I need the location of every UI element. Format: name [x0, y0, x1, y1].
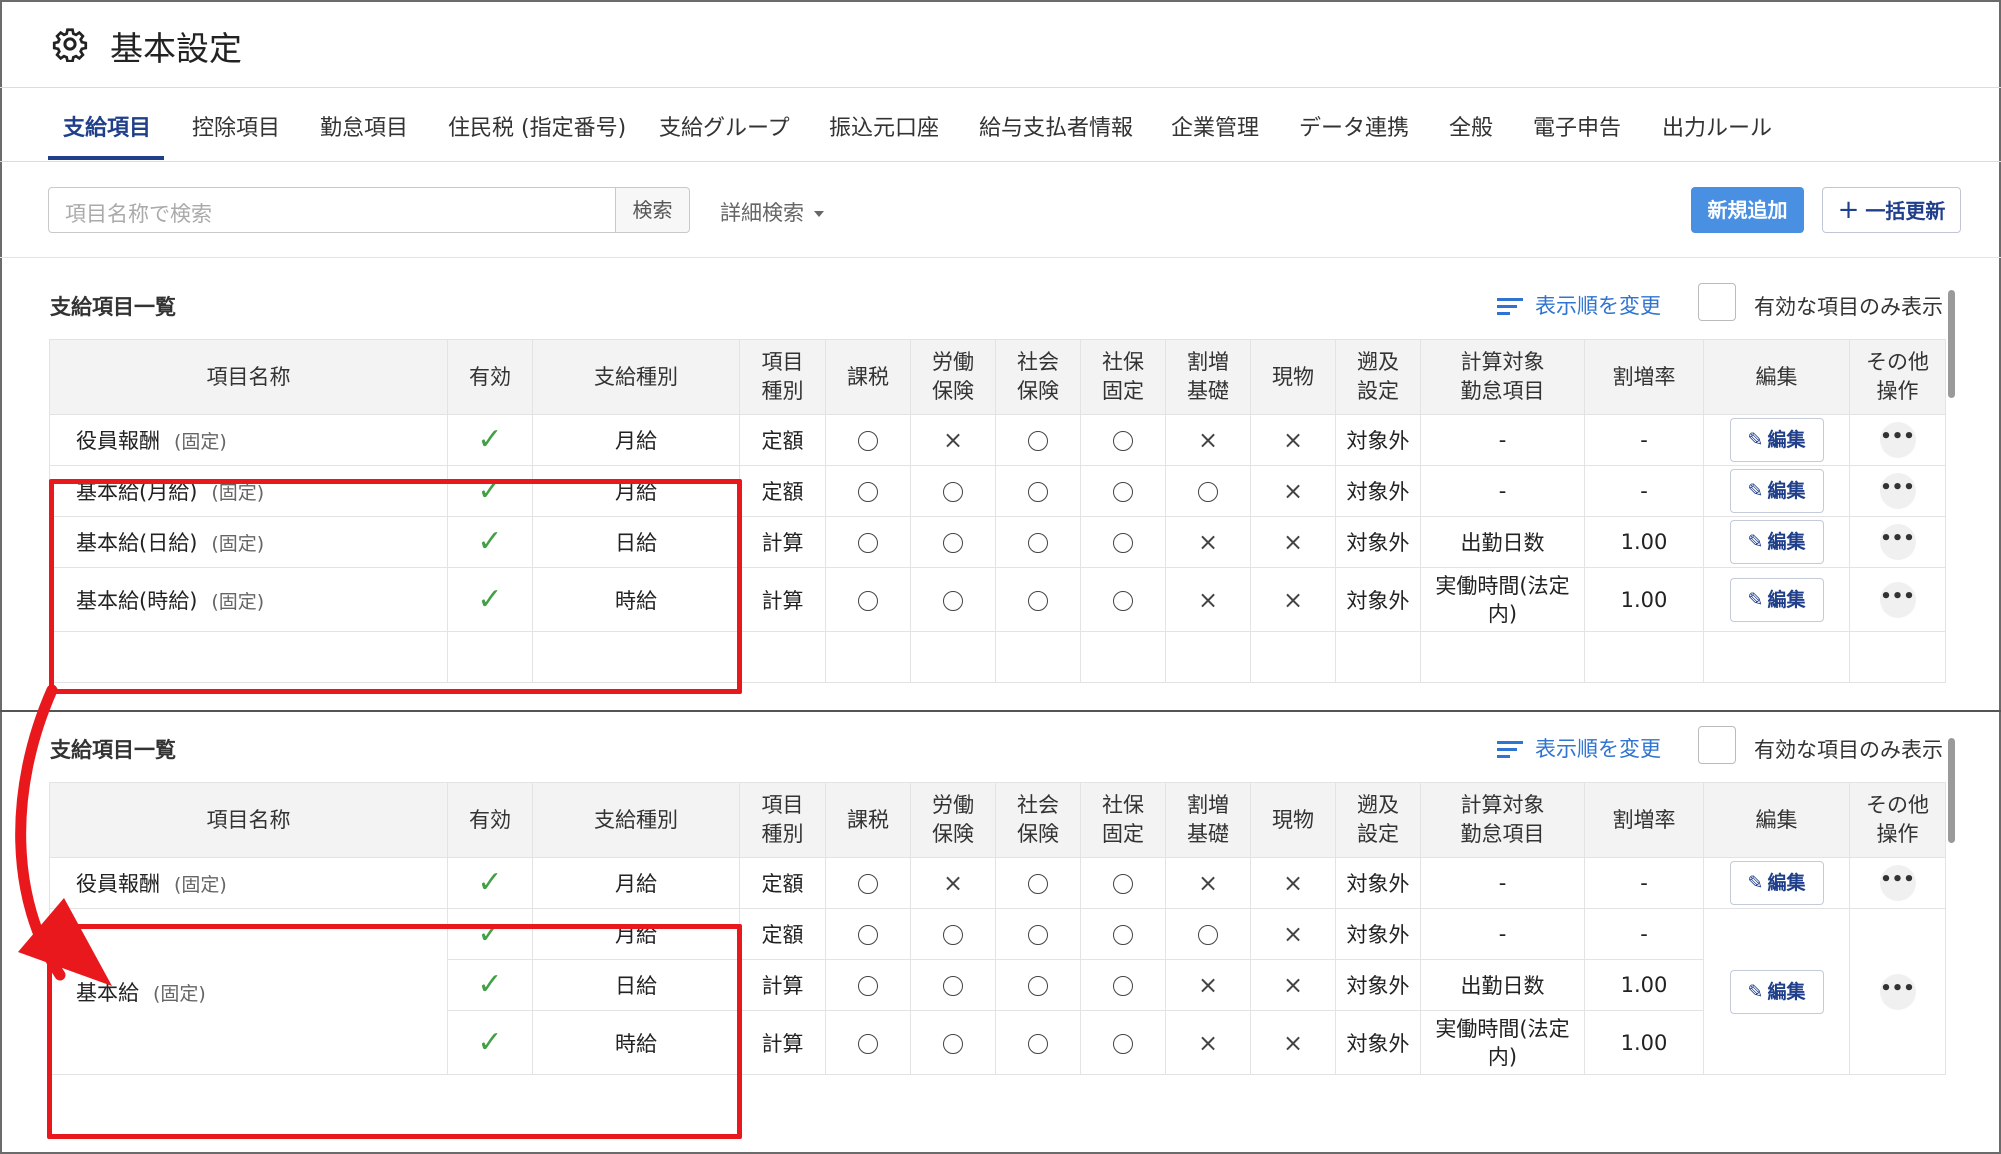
curved-arrow-icon	[15, 684, 112, 986]
